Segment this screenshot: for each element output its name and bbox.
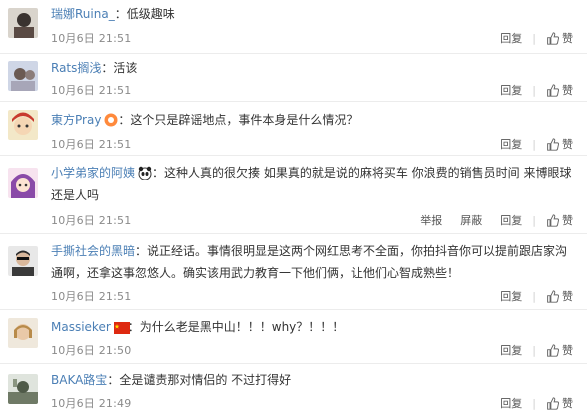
comment-time: 10月6日 21:49 bbox=[51, 397, 132, 410]
comment-item: Massieker ：为什么老是黑中山！！！why？！！！ 10月6日 21:50… bbox=[0, 310, 587, 364]
comment-item: 小学弟家的阿姨 ：这种人真的很欠揍 如果真的就是说的麻将买车 你浪费的销售员时间 … bbox=[0, 156, 587, 234]
username-link[interactable]: Massieker bbox=[51, 320, 111, 334]
comment-text: ：低级趣味 bbox=[114, 7, 175, 21]
username-link[interactable]: 小学弟家的阿姨 bbox=[51, 166, 135, 180]
comment-time: 10月6日 21:51 bbox=[51, 138, 132, 151]
vip-badge-icon bbox=[104, 112, 118, 127]
action-divider: | bbox=[532, 343, 536, 357]
reply-button[interactable]: 回复 bbox=[500, 30, 522, 46]
reply-button[interactable]: 回复 bbox=[500, 136, 522, 152]
avatar[interactable] bbox=[8, 246, 38, 276]
block-button[interactable]: 屏蔽 bbox=[460, 212, 482, 228]
thumbs-up-icon bbox=[547, 213, 559, 227]
username-link[interactable]: Rats搁浅 bbox=[51, 61, 101, 75]
reply-button[interactable]: 回复 bbox=[500, 288, 522, 304]
action-divider: | bbox=[532, 213, 536, 227]
action-divider: | bbox=[532, 396, 536, 410]
username-link[interactable]: 東方Pray bbox=[51, 113, 101, 127]
avatar[interactable] bbox=[8, 61, 38, 91]
like-label: 赞 bbox=[562, 84, 573, 97]
like-label: 赞 bbox=[562, 290, 573, 303]
action-divider: | bbox=[532, 137, 536, 151]
comment-time: 10月6日 21:50 bbox=[51, 344, 132, 357]
comment-item: Rats搁浅：活该 10月6日 21:51 回复 | 赞 bbox=[0, 54, 587, 102]
like-button[interactable]: 赞 bbox=[546, 136, 573, 152]
username-link[interactable]: BAKA路宝 bbox=[51, 373, 107, 387]
reply-button[interactable]: 回复 bbox=[500, 212, 522, 228]
like-button[interactable]: 赞 bbox=[546, 82, 573, 98]
like-button[interactable]: 赞 bbox=[546, 212, 573, 228]
comment-time: 10月6日 21:51 bbox=[51, 290, 132, 303]
thumbs-up-icon bbox=[547, 289, 559, 303]
like-label: 赞 bbox=[562, 138, 573, 151]
username-link[interactable]: 瑞娜Ruina_ bbox=[51, 7, 115, 21]
like-label: 赞 bbox=[562, 32, 573, 45]
like-label: 赞 bbox=[562, 214, 573, 227]
reply-button[interactable]: 回复 bbox=[500, 395, 522, 411]
comment-time: 10月6日 21:51 bbox=[51, 32, 132, 45]
like-button[interactable]: 赞 bbox=[546, 342, 573, 358]
comment-text: ：为什么老是黑中山！！！why？！！！ bbox=[127, 320, 345, 334]
comment-list: 瑞娜Ruina_：低级趣味 10月6日 21:51 回复 | 赞 Rats搁浅：… bbox=[0, 0, 587, 420]
comment-item: 手撕社会的黑暗：说正经话。事情很明显是这两个网红思考不全面，你拍抖音你可以提前跟… bbox=[0, 234, 587, 310]
like-button[interactable]: 赞 bbox=[546, 30, 573, 46]
thumbs-up-icon bbox=[547, 137, 559, 151]
comment-item: 瑞娜Ruina_：低级趣味 10月6日 21:51 回复 | 赞 bbox=[0, 0, 587, 54]
avatar[interactable] bbox=[8, 8, 38, 38]
comment-text: ：全是谴责那对情侣的 不过打得好 bbox=[107, 373, 292, 387]
thumbs-up-icon bbox=[547, 31, 559, 45]
reply-button[interactable]: 回复 bbox=[500, 82, 522, 98]
like-label: 赞 bbox=[562, 397, 573, 410]
comment-item: 東方Pray ：这个只是辟谣地点，事件本身是什么情况？ 10月6日 21:51 回… bbox=[0, 102, 587, 156]
thumbs-up-icon bbox=[547, 396, 559, 410]
avatar[interactable] bbox=[8, 110, 38, 140]
like-button[interactable]: 赞 bbox=[546, 288, 573, 304]
comment-time: 10月6日 21:51 bbox=[51, 84, 132, 97]
china-flag-icon bbox=[113, 319, 130, 334]
avatar[interactable] bbox=[8, 374, 38, 404]
avatar[interactable] bbox=[8, 168, 38, 198]
reply-button[interactable]: 回复 bbox=[500, 342, 522, 358]
action-divider: | bbox=[532, 83, 536, 97]
comment-text: ：这个只是辟谣地点，事件本身是什么情况？ bbox=[118, 113, 359, 127]
action-divider: | bbox=[532, 31, 536, 45]
comment-text: ：活该 bbox=[101, 61, 138, 75]
like-button[interactable]: 赞 bbox=[546, 395, 573, 411]
avatar[interactable] bbox=[8, 318, 38, 348]
like-label: 赞 bbox=[562, 344, 573, 357]
thumbs-up-icon bbox=[547, 83, 559, 97]
comment-time: 10月6日 21:51 bbox=[51, 214, 132, 227]
comment-item: BAKA路宝：全是谴责那对情侣的 不过打得好 10月6日 21:49 回复 | … bbox=[0, 364, 587, 420]
report-button[interactable]: 举报 bbox=[420, 212, 442, 228]
panda-badge-icon bbox=[138, 165, 152, 181]
thumbs-up-icon bbox=[547, 343, 559, 357]
username-link[interactable]: 手撕社会的黑暗 bbox=[51, 244, 135, 258]
action-divider: | bbox=[532, 289, 536, 303]
